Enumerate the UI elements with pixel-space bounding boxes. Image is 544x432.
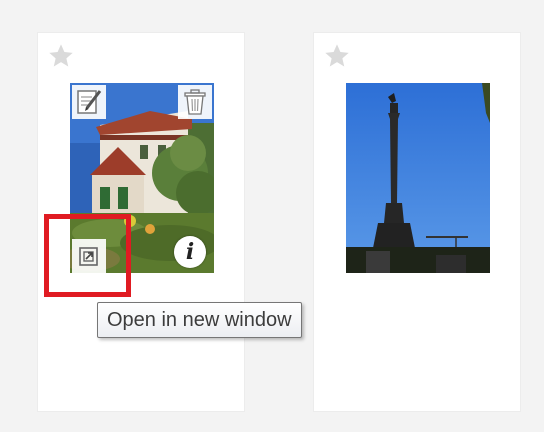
edit-button[interactable] [72,85,106,119]
open-in-new-window-button[interactable] [72,239,106,273]
tooltip: Open in new window [97,302,302,338]
column-monument-photo[interactable] [346,83,490,273]
photo-card-1[interactable]: i [37,32,245,412]
edit-icon [77,90,102,114]
delete-button[interactable] [178,85,212,119]
info-icon: i [185,239,195,265]
open-in-new-window-icon [79,247,98,266]
star-icon[interactable] [47,42,75,70]
star-icon[interactable] [323,42,351,70]
trash-icon [184,89,206,115]
info-button[interactable]: i [174,236,206,268]
photo-card-2[interactable] [313,32,521,412]
